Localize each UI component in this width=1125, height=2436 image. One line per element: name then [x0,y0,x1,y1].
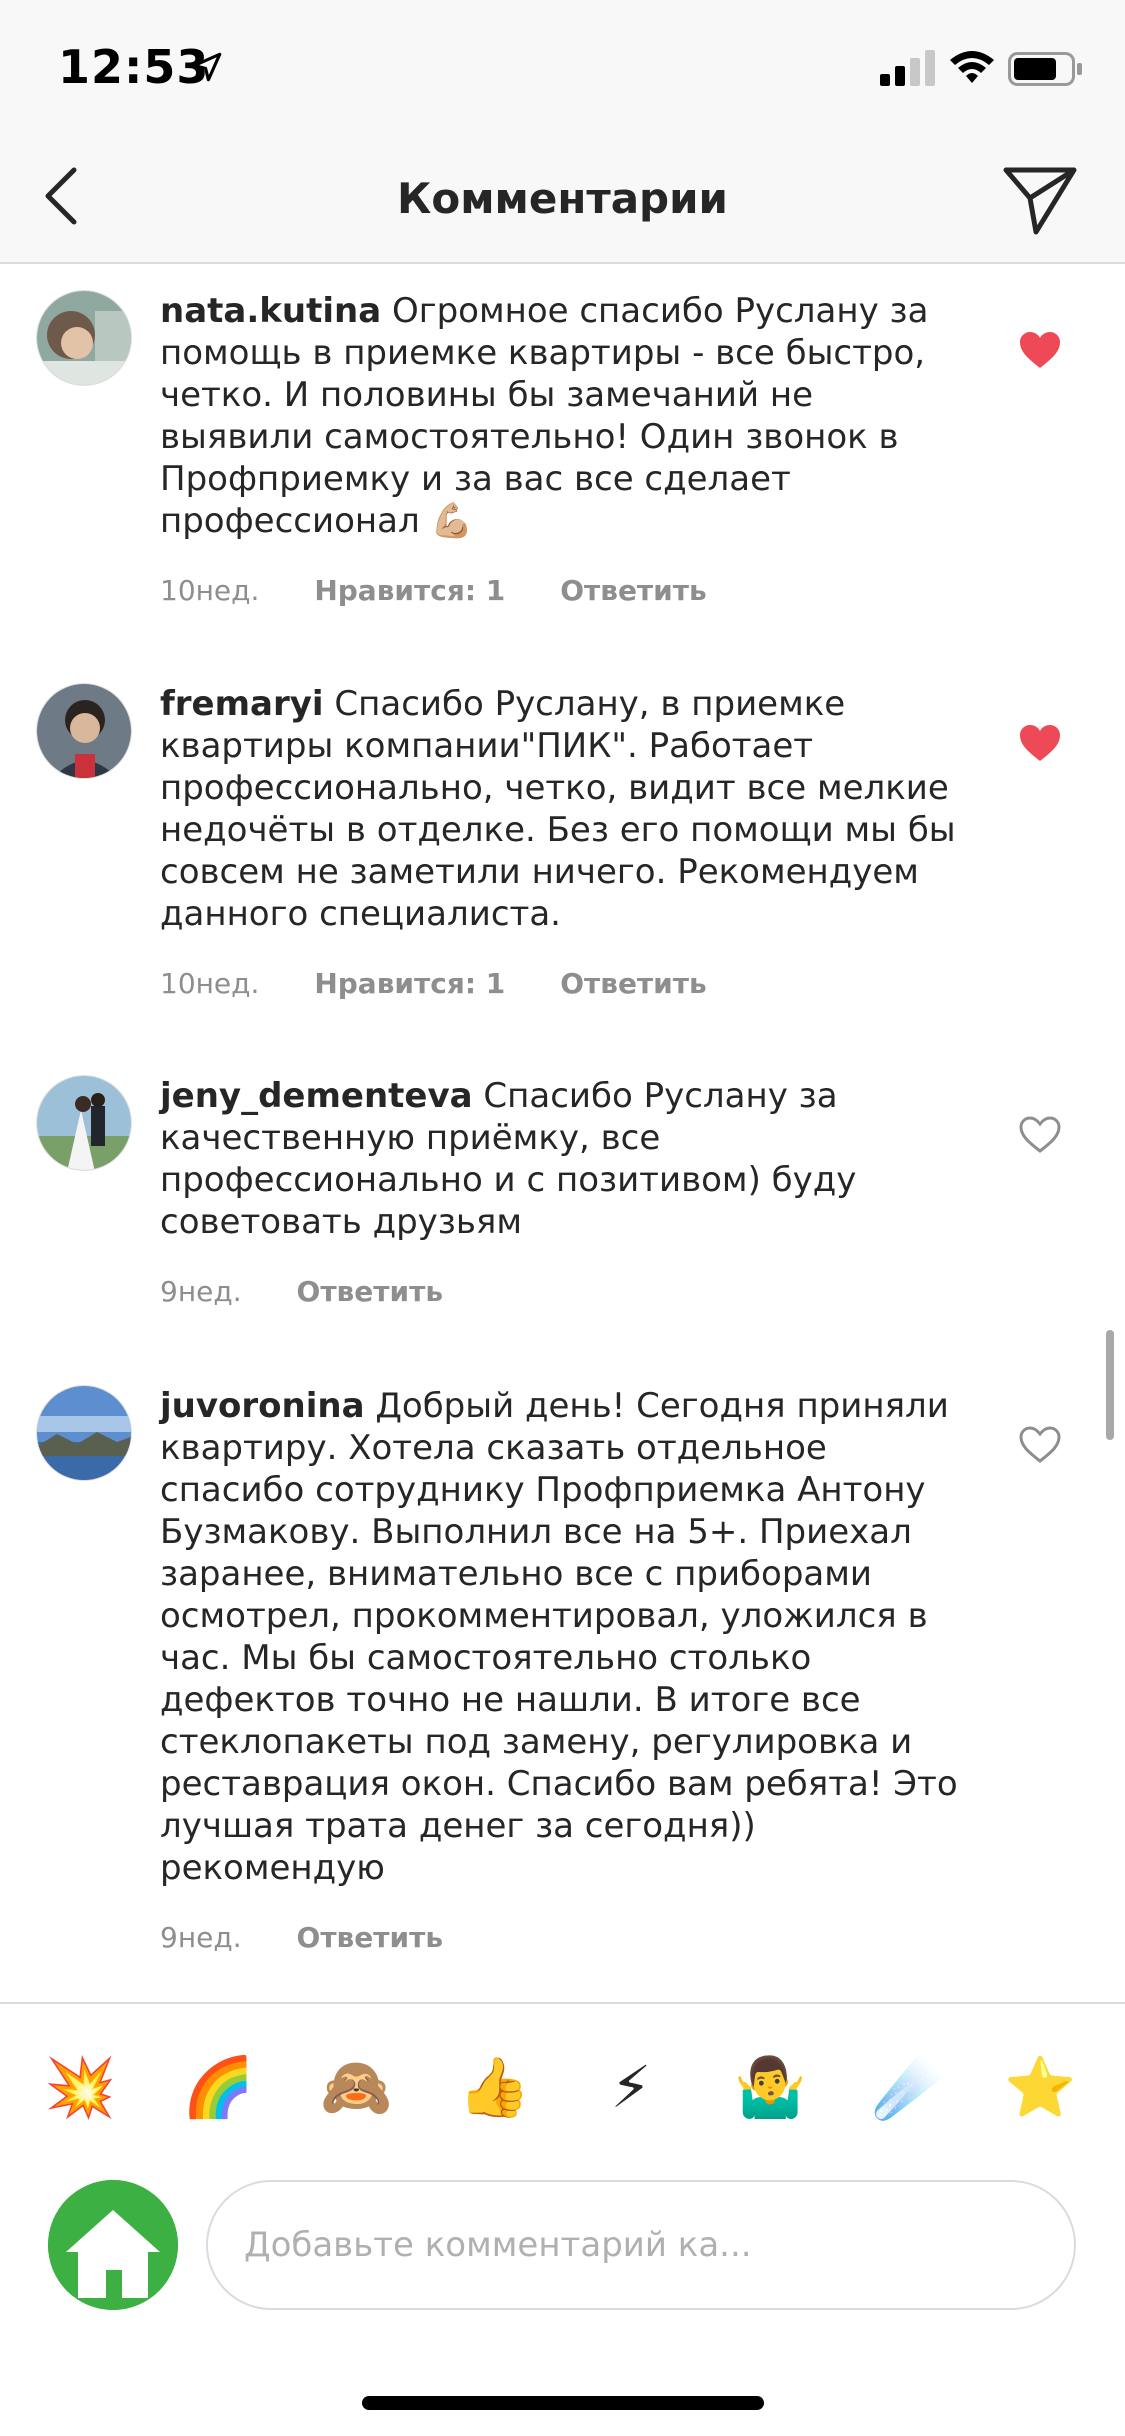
status-bar: 12:53 [0,0,1125,130]
comment-meta: 9нед. Ответить [160,1917,960,1957]
home-indicator[interactable] [362,2396,764,2410]
page-title: Комментарии [397,174,728,223]
emoji-star[interactable]: ⭐ [1004,2052,1076,2122]
heart-filled-icon[interactable] [1018,723,1062,763]
avatar[interactable] [36,1385,132,1481]
comment-likes[interactable]: Нравится: 1 [314,967,505,1000]
avatar[interactable] [36,1075,132,1171]
comment-username[interactable]: jeny_dementeva [160,1076,473,1116]
location-arrow-icon [192,52,222,82]
comment-username[interactable]: nata.kutina [160,291,381,331]
comment-time: 10нед. [160,574,260,607]
comment-username[interactable]: juvoronina [160,1386,365,1426]
status-time: 12:53 [58,40,210,94]
avatar[interactable] [36,290,132,386]
emoji-thumbs-up[interactable]: 👍 [458,2052,530,2122]
heart-filled-icon[interactable] [1018,330,1062,370]
scrollbar[interactable] [1106,1330,1114,1440]
comment-body: nata.kutina Огромное спасибо Руслану за … [160,290,960,610]
emoji-collision[interactable]: 💥 [44,2052,116,2122]
emoji-high-voltage[interactable]: ⚡ [596,2052,666,2122]
comment-text-block: juvoronina Добрый день! Сегодня приняли … [160,1385,960,1889]
reply-button[interactable]: Ответить [560,574,707,607]
comment-text-block: jeny_dementeva Спасибо Руслану за качест… [160,1075,960,1243]
comment-meta: 10нед. Нравится: 1 Ответить [160,570,960,610]
comment-username[interactable]: fremaryi [160,684,324,724]
comment-body: jeny_dementeva Спасибо Руслану за качест… [160,1075,960,1311]
comment-time: 10нед. [160,967,260,1000]
header: Комментарии [0,130,1125,264]
emoji-man-shrugging[interactable]: 🤷‍♂️ [734,2052,806,2122]
emoji-see-no-evil-monkey[interactable]: 🙈 [320,2052,392,2122]
comment-text: Добрый день! Сегодня приняли квартиру. Х… [160,1386,958,1888]
reply-button[interactable]: Ответить [560,967,707,1000]
direct-send-icon[interactable] [1000,158,1080,238]
emoji-rainbow[interactable]: 🌈 [182,2052,254,2122]
comment-text-block: fremaryi Спасибо Руслану, в приемке квар… [160,683,960,935]
reply-button[interactable]: Ответить [297,1921,444,1954]
comment-meta: 9нед. Ответить [160,1271,960,1311]
current-user-avatar [48,2180,178,2310]
heart-outline-icon[interactable] [1018,1115,1062,1155]
cellular-signal-icon [880,50,935,86]
comment-input[interactable] [206,2180,1076,2310]
wifi-icon [950,51,994,83]
emoji-comet[interactable]: ☄️ [872,2052,944,2122]
comment-meta: 10нед. Нравится: 1 Ответить [160,963,960,1003]
heart-outline-icon[interactable] [1018,1425,1062,1465]
comment-body: juvoronina Добрый день! Сегодня приняли … [160,1385,960,1957]
comment-time: 9нед. [160,1275,242,1308]
comment-body: fremaryi Спасибо Руслану, в приемке квар… [160,683,960,1003]
comment-time: 9нед. [160,1921,242,1954]
comment-text-block: nata.kutina Огромное спасибо Руслану за … [160,290,960,542]
emoji-bar: 💥 🌈 🙈 👍 ⚡ 🤷‍♂️ ☄️ ⭐ [0,2002,1125,2152]
battery-icon [1008,52,1082,86]
home-icon [48,2180,178,2310]
comment-likes[interactable]: Нравится: 1 [314,574,505,607]
avatar[interactable] [36,683,132,779]
reply-button[interactable]: Ответить [297,1275,444,1308]
